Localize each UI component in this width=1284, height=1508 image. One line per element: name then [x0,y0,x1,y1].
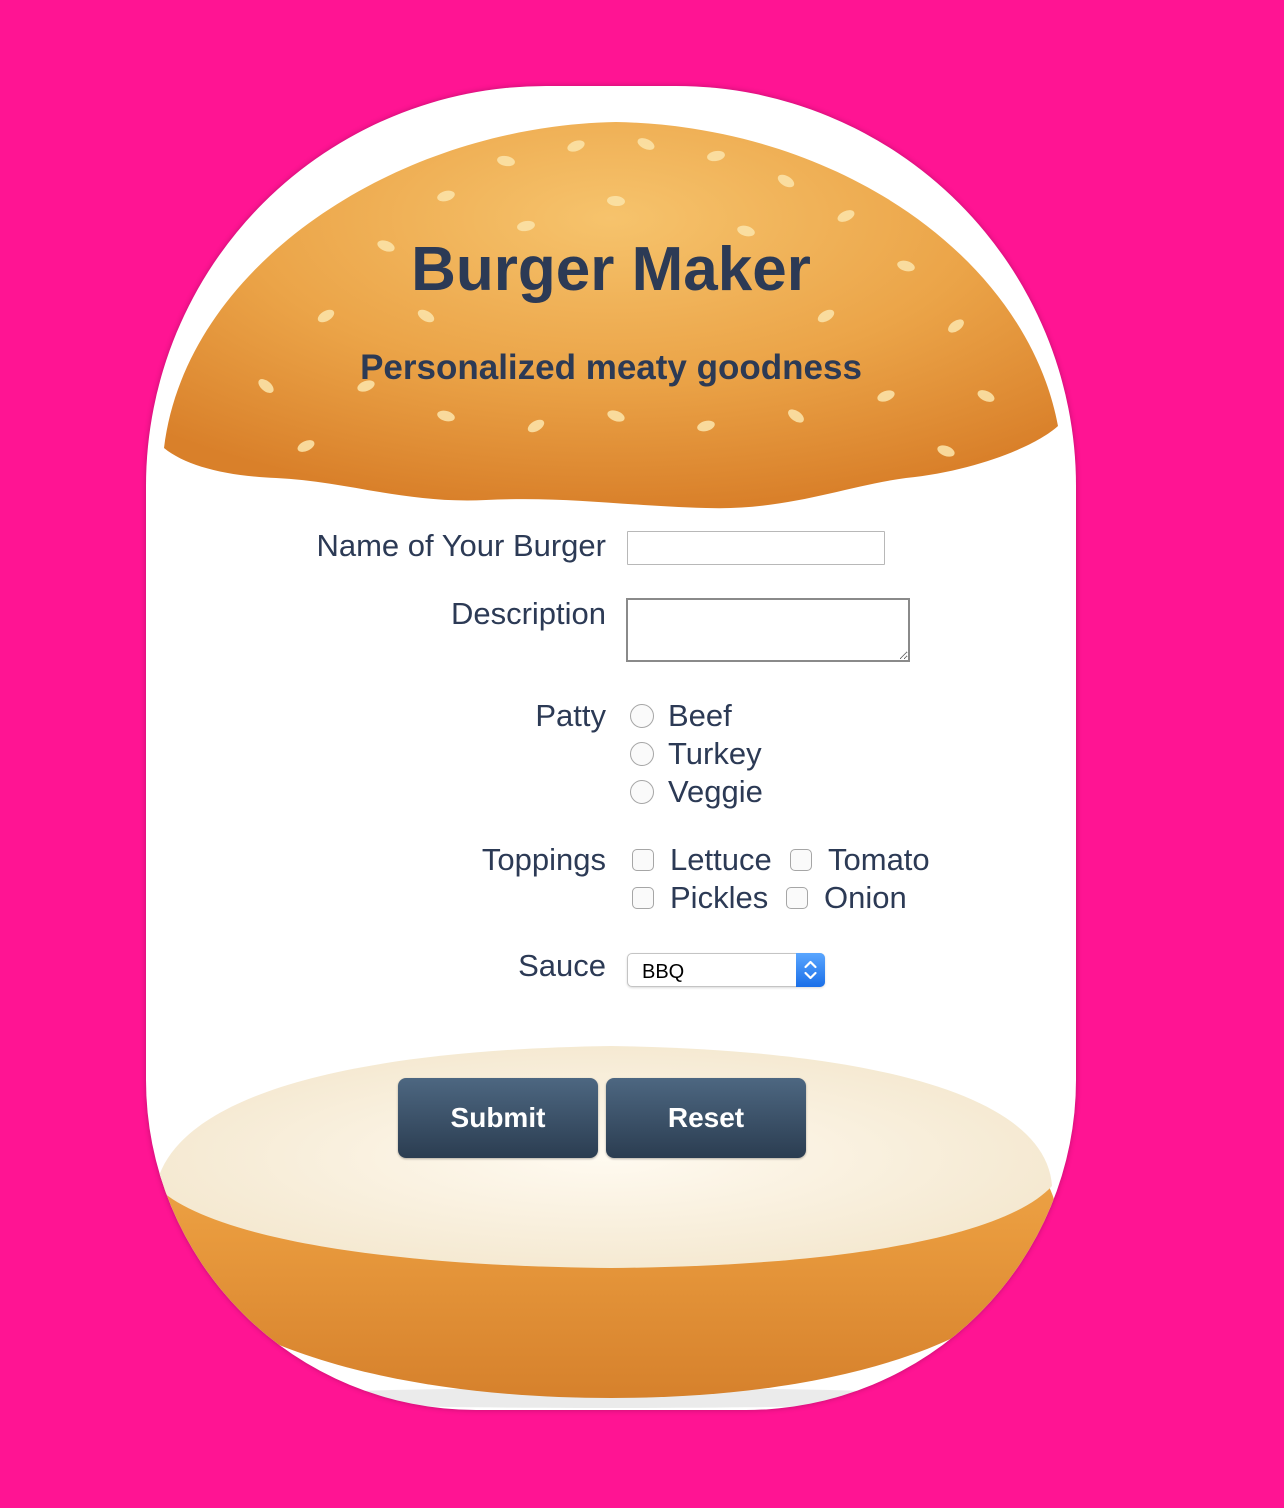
radio-button[interactable] [630,780,654,804]
topping-option-pickles[interactable]: Pickles [632,880,768,916]
patty-option-label: Turkey [668,736,762,771]
sauce-label: Sauce [518,948,606,983]
submit-button[interactable]: Submit [398,1078,598,1158]
topping-option-label: Tomato [828,842,930,877]
reset-button[interactable]: Reset [606,1078,806,1158]
checkbox[interactable] [786,887,808,909]
checkbox[interactable] [790,849,812,871]
burger-card: Burger Maker Personalized meaty goodness… [146,86,1076,1410]
sauce-select-value: BBQ [642,961,685,983]
topping-option-lettuce[interactable]: Lettuce [632,842,772,878]
patty-label: Patty [535,698,606,733]
burger-name-input[interactable] [627,531,885,565]
select-arrows-icon[interactable] [796,953,825,987]
patty-option-veggie[interactable]: Veggie [630,774,763,810]
radio-button[interactable] [630,742,654,766]
checkbox[interactable] [632,887,654,909]
top-bun-image [164,122,1058,509]
topping-option-label: Pickles [670,880,769,915]
sauce-select[interactable]: BBQ [627,953,825,987]
topping-option-tomato[interactable]: Tomato [790,842,930,878]
description-textarea[interactable] [626,598,910,662]
topping-option-label: Lettuce [670,842,772,877]
patty-option-turkey[interactable]: Turkey [630,736,762,772]
patty-option-label: Veggie [668,774,763,809]
patty-option-label: Beef [668,698,732,733]
topping-option-onion[interactable]: Onion [786,880,907,916]
page-subtitle: Personalized meaty goodness [360,348,862,387]
topping-option-label: Onion [824,880,907,915]
page-title: Burger Maker [411,235,811,304]
patty-option-beef[interactable]: Beef [630,698,732,734]
description-label: Description [450,596,606,631]
toppings-label: Toppings [481,842,606,877]
burger-name-label: Name of Your Burger [316,528,606,563]
checkbox[interactable] [632,849,654,871]
radio-button[interactable] [630,704,654,728]
